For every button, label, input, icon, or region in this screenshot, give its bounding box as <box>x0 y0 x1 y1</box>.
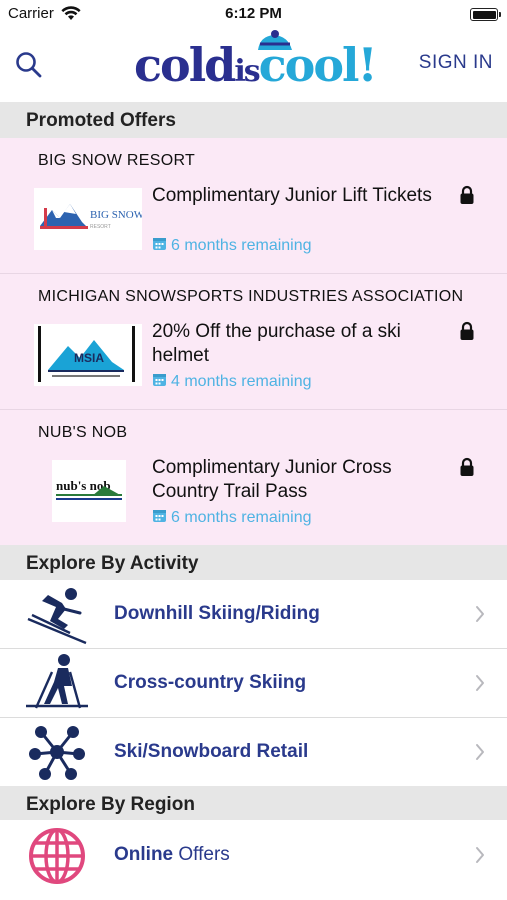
sign-in-button[interactable]: SIGN IN <box>419 52 493 74</box>
offer-card[interactable]: NUB'S NOB nub's nob Complimentary Junior… <box>0 410 507 546</box>
offer-org-name: NUB'S NOB <box>38 424 128 441</box>
activity-item-downhill[interactable]: Downhill Skiing/Riding <box>0 580 507 649</box>
cross-country-skier-icon <box>26 654 88 709</box>
nubs-nob-logo: nub's nob <box>52 460 126 522</box>
region-item-online[interactable]: Online Offers <box>0 820 507 884</box>
status-bar: Carrier 6:12 PM <box>0 0 507 30</box>
section-header-promoted: Promoted Offers <box>0 102 507 138</box>
offer-org-name: BIG SNOW RESORT <box>38 152 196 169</box>
svg-text:MSIA: MSIA <box>74 351 104 365</box>
snow-hat-icon <box>258 30 292 50</box>
offer-title: Complimentary Junior Cross Country Trail… <box>152 457 392 502</box>
msia-logo: MSIA <box>34 324 142 386</box>
status-time: 6:12 PM <box>225 5 282 22</box>
chevron-right-icon <box>476 606 484 622</box>
battery-icon <box>470 8 501 21</box>
activity-item-retail[interactable]: Ski/Snowboard Retail <box>0 718 507 787</box>
activity-item-cross-country[interactable]: Cross-country Skiing <box>0 649 507 718</box>
svg-text:RESORT: RESORT <box>90 224 111 230</box>
search-icon[interactable] <box>14 50 44 80</box>
offer-card[interactable]: BIG SNOW RESORT BIG SNOW RESORT RESORT C… <box>0 138 507 274</box>
retail-network-icon <box>29 726 85 780</box>
chevron-right-icon <box>476 847 484 863</box>
globe-icon <box>29 828 85 884</box>
offer-title: Complimentary Junior Lift Tickets <box>152 185 432 206</box>
app-logo: coldiscool! <box>134 30 378 98</box>
big-snow-resort-logo: BIG SNOW RESORT RESORT <box>34 188 188 250</box>
offer-remaining: 6 months remaining <box>152 236 312 255</box>
downhill-skier-icon <box>27 588 87 645</box>
activity-label: Cross-country Skiing <box>114 672 307 693</box>
calendar-icon <box>153 238 166 250</box>
lock-icon <box>460 321 474 340</box>
offer-org-name: MICHIGAN SNOWSPORTS INDUSTRIES ASSOCIATI… <box>38 288 464 305</box>
chevron-right-icon <box>476 675 484 691</box>
offer-remaining: 6 months remaining <box>152 508 312 527</box>
lock-icon <box>460 185 474 204</box>
offer-remaining: 4 months remaining <box>152 372 312 391</box>
offer-card[interactable]: MICHIGAN SNOWSPORTS INDUSTRIES ASSOCIATI… <box>0 274 507 410</box>
section-header-region: Explore By Region <box>0 786 507 820</box>
section-header-activity: Explore By Activity <box>0 545 507 581</box>
region-label: Online Offers <box>114 844 230 865</box>
lock-icon <box>460 457 474 476</box>
offer-title: 20% Off the purchase of a ski helmet <box>152 321 401 366</box>
calendar-icon <box>153 510 166 522</box>
nav-bar: coldiscool! SIGN IN <box>0 30 507 102</box>
calendar-icon <box>153 374 166 386</box>
svg-text:BIG SNOW RESORT: BIG SNOW RESORT <box>90 209 142 221</box>
activity-label: Downhill Skiing/Riding <box>114 603 320 624</box>
activity-label: Ski/Snowboard Retail <box>114 741 309 762</box>
chevron-right-icon <box>476 744 484 760</box>
